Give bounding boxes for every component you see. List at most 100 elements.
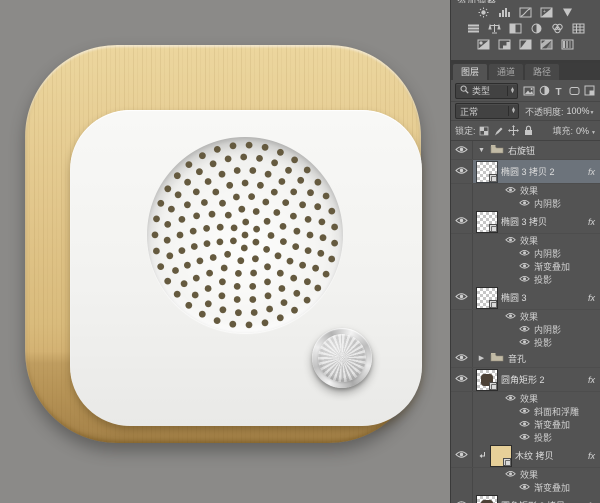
adjustment-color-balance-icon[interactable] [487,22,502,35]
adjustment-invert-icon[interactable] [476,38,491,51]
eye-icon[interactable] [455,216,468,227]
row-content[interactable]: ▶ 音孔 [473,349,600,367]
row-content[interactable]: 圆角矩形 2 拷贝fx [473,494,600,503]
lock-image-pixels-icon[interactable] [493,124,505,137]
visibility-cell[interactable] [451,468,473,481]
visibility-cell[interactable] [451,405,473,418]
filter-kind-dropdown[interactable]: 类型 ▲ ▼ [455,82,518,99]
eye-icon[interactable] [519,262,530,272]
group-row[interactable]: ▼ 右旋钮 [451,141,600,160]
visibility-cell[interactable] [451,286,473,309]
visibility-cell[interactable] [451,260,473,273]
layer-thumbnail[interactable] [490,444,512,467]
adjustment-posterize-icon[interactable] [497,38,512,51]
eye-icon[interactable] [455,166,468,177]
adjustment-selective-color-icon[interactable] [560,38,575,51]
effect-item-row[interactable]: 投影 [451,336,600,349]
eye-icon[interactable] [519,249,530,259]
eye-icon[interactable] [519,325,530,335]
fill-value[interactable]: 0% [576,126,589,136]
lock-all-icon[interactable] [523,124,535,137]
row-content[interactable]: 效果 [473,392,600,405]
row-content[interactable]: 渐变叠加 [473,418,600,431]
tab-layers[interactable]: 图层 [453,64,488,80]
adjustment-color-lookup-icon[interactable] [571,22,586,35]
layer-row[interactable]: 圆角矩形 2 拷贝fx [451,494,600,503]
visibility-cell[interactable] [451,160,473,183]
visibility-cell[interactable] [451,323,473,336]
eye-icon[interactable] [519,407,530,417]
visibility-cell[interactable] [451,392,473,405]
effect-item-row[interactable]: 内阴影 [451,247,600,260]
eye-icon[interactable] [455,374,468,385]
visibility-cell[interactable] [451,141,473,159]
row-content[interactable]: 渐变叠加 [473,260,600,273]
layer-thumbnail[interactable] [476,286,498,309]
type-layers-filter-icon[interactable]: T [552,84,566,98]
tab-channels[interactable]: 通道 [489,64,524,80]
effect-item-row[interactable]: 渐变叠加 [451,260,600,273]
eye-icon[interactable] [505,236,516,246]
shape-layers-filter-icon[interactable] [567,84,581,98]
lock-position-icon[interactable] [508,124,520,137]
adjustment-levels-icon[interactable] [497,6,512,19]
opacity-dropdown-icon[interactable]: ▼ [590,106,595,116]
layer-row[interactable]: 椭圆 3 拷贝 2 fx [451,160,600,184]
layer-row[interactable]: 椭圆 3 拷贝 fx [451,210,600,234]
layer-effects-fx-badge[interactable]: fx [588,375,600,385]
layer-effects-fx-badge[interactable]: fx [588,451,600,461]
row-content[interactable]: 椭圆 3 拷贝 2 fx [473,160,600,183]
adjustment-hue-saturation-icon[interactable] [466,22,481,35]
opacity-value[interactable]: 100% [567,106,590,116]
layer-row[interactable]: 椭圆 3 fx [451,286,600,310]
eye-icon[interactable] [455,292,468,303]
visibility-cell[interactable] [451,210,473,233]
visibility-cell[interactable] [451,368,473,391]
fill-dropdown-icon[interactable]: ▼ [591,126,596,136]
effects-header-row[interactable]: 效果 [451,234,600,247]
effect-item-row[interactable]: 内阴影 [451,197,600,210]
adjustment-layers-filter-icon[interactable] [537,84,551,98]
row-content[interactable]: 投影 [473,273,600,286]
row-content[interactable]: 内阴影 [473,323,600,336]
visibility-cell[interactable] [451,247,473,260]
eye-icon[interactable] [519,433,530,443]
pixel-layers-filter-icon[interactable] [522,84,536,98]
layer-effects-fx-badge[interactable]: fx [588,293,600,303]
effect-item-row[interactable]: 投影 [451,431,600,444]
row-content[interactable]: 圆角矩形 2 fx [473,368,600,391]
adjustment-gradient-map-icon[interactable] [539,38,554,51]
document-canvas[interactable] [0,0,450,503]
eye-icon[interactable] [519,483,530,493]
eye-icon[interactable] [505,470,516,480]
adjustment-brightness-contrast-icon[interactable] [476,6,491,19]
adjustment-curves-icon[interactable] [518,6,533,19]
lock-transparent-pixels-icon[interactable] [478,124,490,137]
layer-row[interactable]: 圆角矩形 2 fx [451,368,600,392]
adjustment-vibrance-icon[interactable] [560,6,575,19]
visibility-cell[interactable] [451,431,473,444]
row-content[interactable]: 投影 [473,336,600,349]
row-content[interactable]: 效果 [473,468,600,481]
visibility-cell[interactable] [451,481,473,494]
effects-header-row[interactable]: 效果 [451,392,600,405]
adjustment-threshold-icon[interactable] [518,38,533,51]
row-content[interactable]: 椭圆 3 fx [473,286,600,309]
layer-thumbnail[interactable] [476,160,498,183]
smart-objects-filter-icon[interactable] [582,84,596,98]
layer-thumbnail[interactable] [476,210,498,233]
layer-thumbnail[interactable] [476,368,498,391]
adjustment-black-white-icon[interactable] [508,22,523,35]
row-content[interactable]: 效果 [473,310,600,323]
effect-item-row[interactable]: 内阴影 [451,323,600,336]
row-content[interactable]: 效果 [473,184,600,197]
effect-item-row[interactable]: 渐变叠加 [451,418,600,431]
eye-icon[interactable] [505,394,516,404]
eye-icon[interactable] [505,312,516,322]
visibility-cell[interactable] [451,234,473,247]
eye-icon[interactable] [519,275,530,285]
row-content[interactable]: ▼ 右旋钮 [473,141,600,159]
eye-icon[interactable] [519,420,530,430]
row-content[interactable]: 斜面和浮雕 [473,405,600,418]
visibility-cell[interactable] [451,444,473,467]
